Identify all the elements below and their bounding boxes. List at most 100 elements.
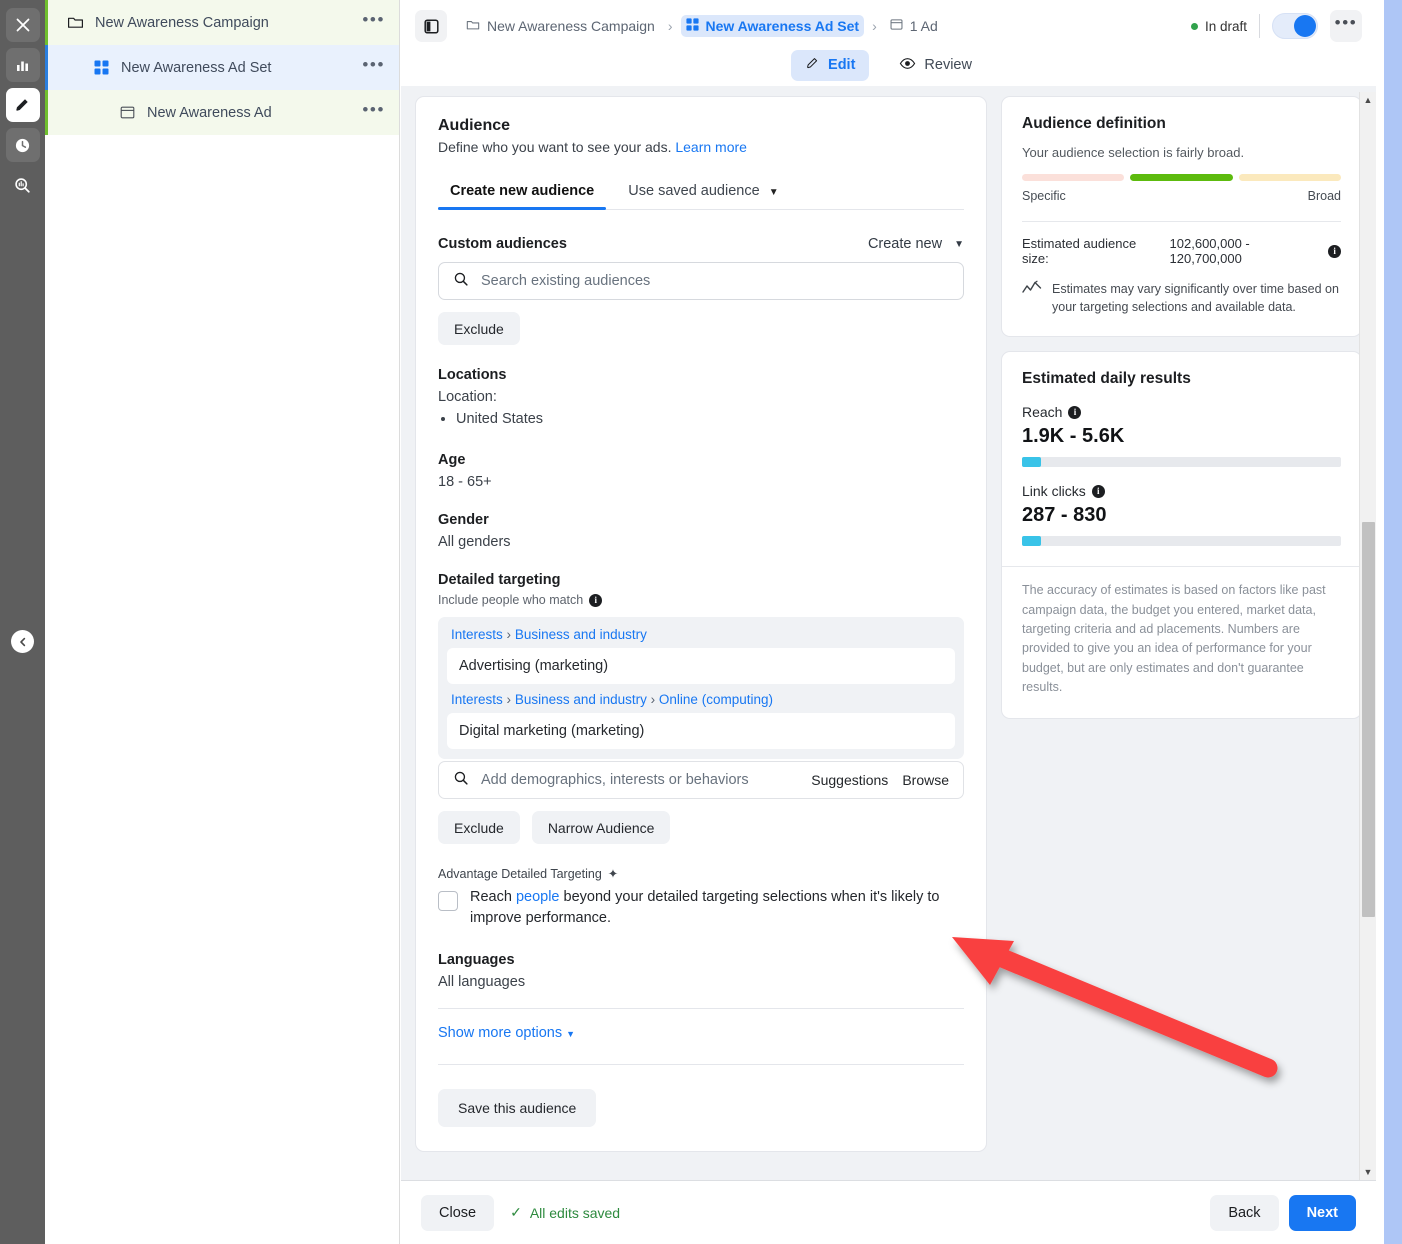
tab-edit[interactable]: Edit	[791, 50, 869, 81]
browse-button[interactable]: Browse	[902, 772, 949, 788]
targeting-path-segment[interactable]: Business and industry	[515, 627, 647, 642]
targeting-chip[interactable]: Digital marketing (marketing)	[447, 713, 955, 749]
app-window: New Awareness Campaign ••• New Awareness…	[0, 0, 1402, 1244]
breadcrumb-adset[interactable]: New Awareness Ad Set	[681, 15, 865, 37]
tab-review-label: Review	[924, 57, 972, 73]
sidebar-item-adset[interactable]: New Awareness Ad Set •••	[45, 45, 399, 90]
gender-title: Gender	[438, 512, 964, 528]
page-right-border	[1384, 0, 1402, 1244]
row-menu-button[interactable]: •••	[362, 61, 385, 75]
tab-review[interactable]: Review	[885, 49, 986, 82]
toggle-knob	[1294, 15, 1316, 37]
estimates-footnote: The accuracy of estimates is based on fa…	[1022, 581, 1341, 697]
targeting-chip[interactable]: Advertising (marketing)	[447, 648, 955, 684]
detailed-targeting-block: Detailed targeting Include people who ma…	[438, 572, 964, 844]
pencil-icon[interactable]	[6, 88, 40, 122]
audience-definition-subtitle: Your audience selection is fairly broad.	[1022, 145, 1341, 160]
reach-label-text: Reach	[1022, 404, 1062, 420]
save-audience-button[interactable]: Save this audience	[438, 1089, 596, 1127]
advantage-detailed-targeting-text: Reach people beyond your detailed target…	[470, 887, 964, 929]
content-scrollbar[interactable]: ▲ ▼	[1359, 92, 1376, 1180]
audience-column: Audience Define who you want to see your…	[415, 96, 987, 1180]
custom-audience-search-input[interactable]: Search existing audiences	[438, 262, 964, 300]
exclude-targeting-button[interactable]: Exclude	[438, 811, 520, 844]
next-button[interactable]: Next	[1289, 1195, 1356, 1231]
tab-create-new-audience[interactable]: Create new audience	[438, 177, 606, 209]
chevron-right-icon: ›	[668, 18, 673, 34]
create-new-audience-button[interactable]: Create new ▼	[868, 236, 964, 252]
close-button[interactable]: Close	[421, 1195, 494, 1231]
chevron-down-icon: ▼	[769, 187, 779, 198]
breadcrumb-ads[interactable]: 1 Ad	[885, 15, 943, 37]
audience-definition-card: Audience definition Your audience select…	[1001, 96, 1362, 337]
targeting-path-segment[interactable]: Interests	[451, 692, 503, 707]
breadcrumb-campaign[interactable]: New Awareness Campaign	[461, 15, 660, 38]
close-icon[interactable]	[6, 8, 40, 42]
chevron-right-icon: ›	[872, 18, 877, 34]
sidebar-item-ad[interactable]: New Awareness Ad •••	[45, 90, 399, 135]
scrollbar-thumb[interactable]	[1362, 522, 1375, 917]
scroll-up-arrow-icon[interactable]: ▲	[1364, 92, 1373, 108]
chart-icon[interactable]	[6, 48, 40, 82]
advantage-detailed-targeting-row: Reach people beyond your detailed target…	[438, 887, 964, 929]
targeting-search-input[interactable]: Add demographics, interests or behaviors…	[438, 761, 964, 799]
audience-breadth-meter	[1022, 174, 1341, 181]
breadcrumb-label: New Awareness Campaign	[487, 18, 655, 34]
window-icon	[117, 105, 137, 120]
folder-icon	[466, 18, 480, 35]
show-more-options-label: Show more options	[438, 1025, 562, 1041]
trend-line-icon	[1022, 280, 1042, 316]
estimated-audience-size-value: 102,600,000 - 120,700,000	[1170, 236, 1322, 266]
sidebar-item-label: New Awareness Campaign	[95, 15, 362, 31]
targeting-path-segment[interactable]: Interests	[451, 627, 503, 642]
narrow-audience-button[interactable]: Narrow Audience	[532, 811, 671, 844]
audience-definition-title: Audience definition	[1022, 115, 1341, 133]
breadcrumb-row: New Awareness Campaign › New Aw	[415, 8, 1362, 44]
people-link[interactable]: people	[516, 889, 560, 905]
sidebar-toggle-icon[interactable]	[415, 10, 447, 42]
estimated-daily-results-title: Estimated daily results	[1022, 370, 1341, 388]
suggestions-button[interactable]: Suggestions	[811, 772, 888, 788]
advantage-detailed-targeting-checkbox[interactable]	[438, 891, 458, 911]
mode-switcher: Edit Review	[415, 44, 1362, 86]
left-icon-rail	[0, 0, 45, 1244]
magnifier-chart-icon[interactable]	[6, 168, 40, 202]
editor-content: Audience Define who you want to see your…	[401, 86, 1376, 1180]
back-button[interactable]: Back	[1210, 1195, 1278, 1231]
targeting-path-segment[interactable]: Online (computing)	[659, 692, 773, 707]
scroll-down-arrow-icon[interactable]: ▼	[1364, 1164, 1373, 1180]
info-icon[interactable]: i	[1068, 406, 1081, 419]
page-title: Audience	[438, 117, 964, 135]
divider	[438, 1064, 964, 1065]
tab-use-saved-audience-label: Use saved audience	[628, 183, 759, 199]
detailed-targeting-selections: Interests › Business and industry Advert…	[438, 617, 964, 759]
reach-metric-fill	[1022, 457, 1041, 467]
learn-more-link[interactable]: Learn more	[675, 139, 747, 155]
status-dot-icon	[1191, 23, 1198, 30]
clock-icon[interactable]	[6, 128, 40, 162]
advantage-detailed-targeting-title: Advantage Detailed Targeting ✦	[438, 866, 964, 881]
adset-status-accent	[45, 45, 48, 90]
exclude-custom-audience-button[interactable]: Exclude	[438, 312, 520, 345]
collapse-panel-button[interactable]	[11, 630, 34, 653]
info-icon[interactable]: i	[1328, 245, 1341, 258]
targeting-search-actions: Suggestions Browse	[811, 772, 949, 788]
audience-tabs: Create new audience Use saved audience ▼	[438, 177, 964, 210]
topbar-more-button[interactable]: •••	[1330, 10, 1362, 42]
info-icon[interactable]: i	[589, 594, 602, 607]
window-icon	[890, 18, 903, 34]
link-clicks-metric-label: Link clicks i	[1022, 483, 1341, 499]
tab-use-saved-audience[interactable]: Use saved audience ▼	[616, 177, 790, 209]
advantage-text-before: Reach	[470, 889, 512, 905]
pencil-icon	[805, 56, 820, 75]
row-menu-button[interactable]: •••	[362, 106, 385, 120]
estimates-note: Estimates may vary significantly over ti…	[1022, 280, 1341, 316]
audience-card: Audience Define who you want to see your…	[415, 96, 987, 1152]
sidebar-item-campaign[interactable]: New Awareness Campaign •••	[45, 0, 399, 45]
info-icon[interactable]: i	[1092, 485, 1105, 498]
row-menu-button[interactable]: •••	[362, 16, 385, 30]
adset-active-toggle[interactable]	[1272, 13, 1318, 39]
targeting-path-segment[interactable]: Business and industry	[515, 692, 647, 707]
age-block: Age 18 - 65+	[438, 452, 964, 490]
show-more-options-button[interactable]: Show more options ▼	[438, 1025, 575, 1041]
